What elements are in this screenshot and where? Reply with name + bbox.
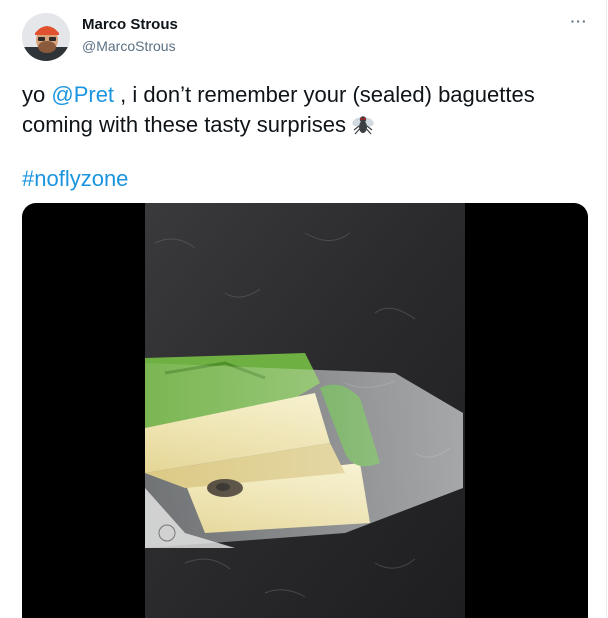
author-handle: @MarcoStrous <box>82 38 176 54</box>
tweet-header: Marco Strous @MarcoStrous ··· <box>0 0 607 70</box>
tweet-text: yo @Pret , i don’t remember your (sealed… <box>22 80 592 140</box>
text-prefix: yo <box>22 82 52 107</box>
hashtag-line: #noflyzone <box>22 164 128 194</box>
video-thumbnail <box>145 203 465 618</box>
author-name[interactable]: Marco Strous <box>82 16 178 33</box>
avatar-image <box>22 13 70 61</box>
video-player[interactable] <box>22 203 588 618</box>
tweet-card: Marco Strous @MarcoStrous ··· yo @Pret ,… <box>0 0 607 618</box>
hashtag-link[interactable]: #noflyzone <box>22 166 128 191</box>
mention-link[interactable]: @Pret <box>51 82 114 107</box>
more-dots-icon[interactable]: ··· <box>567 14 591 32</box>
fly-icon <box>350 111 376 137</box>
author-avatar[interactable] <box>22 13 70 61</box>
